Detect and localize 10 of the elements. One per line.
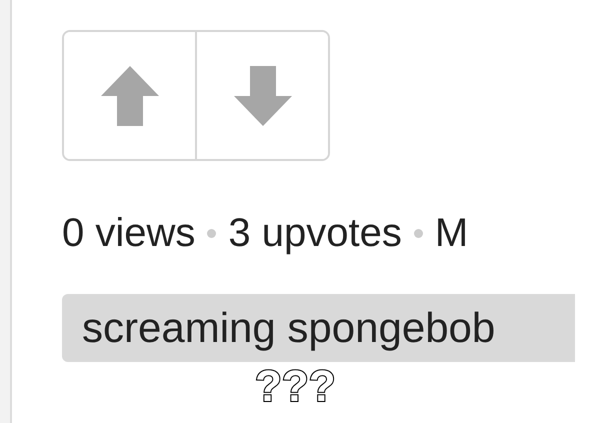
tag[interactable]: screaming spongebob (62, 294, 576, 362)
up-arrow-icon (98, 64, 160, 128)
stat-text: 0 views (62, 211, 196, 256)
stat-text: M (434, 211, 468, 256)
separator-dot (414, 229, 423, 238)
down-arrow-icon (232, 64, 294, 128)
downvote-button[interactable] (195, 32, 328, 159)
meme-caption: ??? (255, 362, 336, 412)
stat-text: 3 upvotes (228, 211, 402, 256)
separator-dot (207, 229, 216, 238)
